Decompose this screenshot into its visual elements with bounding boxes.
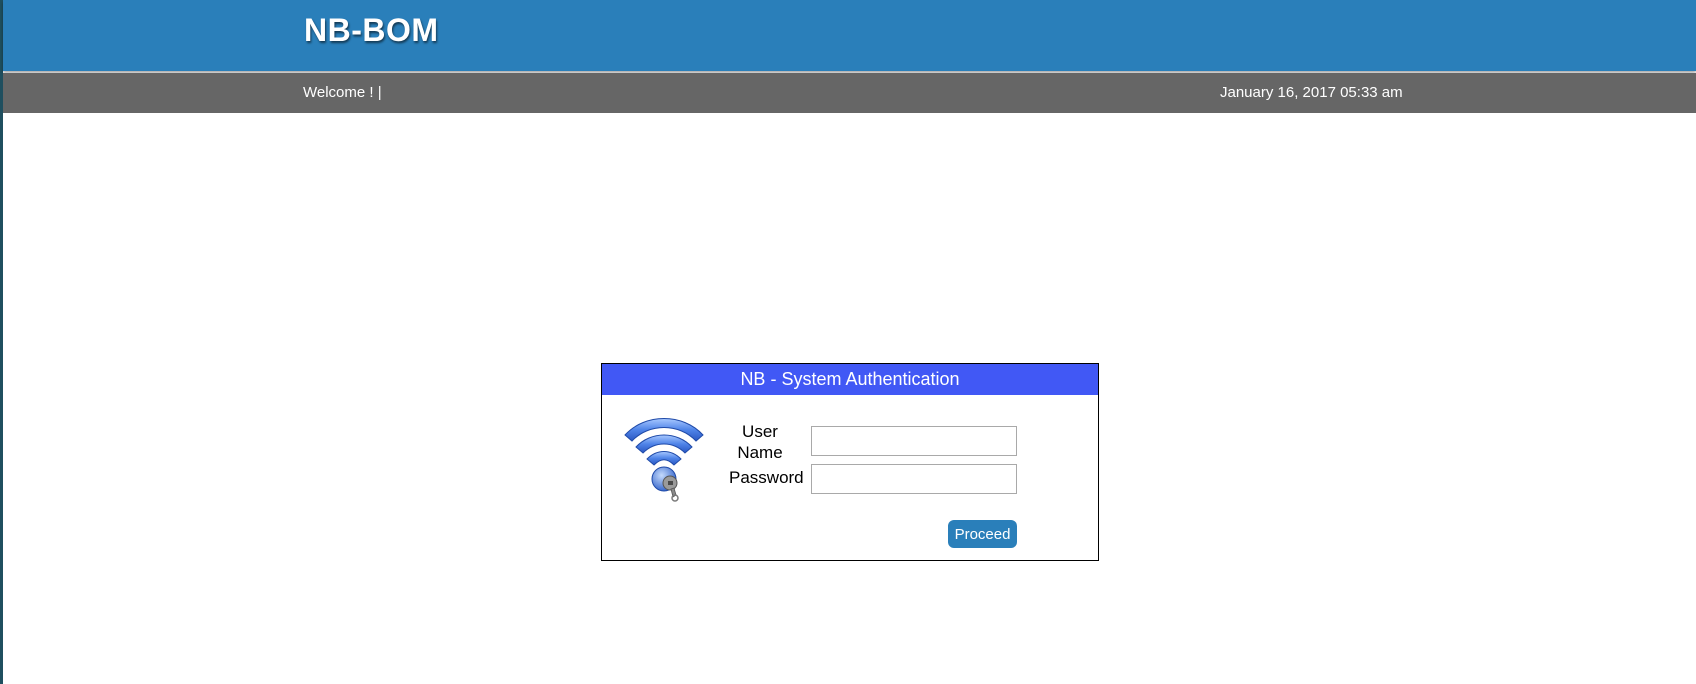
current-datetime: January 16, 2017 05:33 am: [1220, 84, 1403, 101]
proceed-button[interactable]: Proceed: [948, 520, 1017, 548]
password-label: Password: [729, 468, 804, 487]
username-label: User Name: [726, 421, 794, 463]
authentication-title: NB - System Authentication: [602, 364, 1098, 395]
username-input[interactable]: [811, 426, 1017, 456]
username-label-line1: User: [742, 422, 778, 441]
status-bar: Welcome ! | January 16, 2017 05:33 am: [3, 73, 1696, 113]
app-title: NB-BOM: [304, 12, 439, 48]
wifi-key-icon: [621, 409, 707, 503]
authentication-panel: NB - System Authentication User Name Pas…: [601, 363, 1099, 561]
top-header-bar: NB-BOM: [3, 0, 1696, 71]
welcome-text: Welcome ! |: [303, 84, 382, 101]
username-label-line2: Name: [737, 443, 783, 462]
password-input[interactable]: [811, 464, 1017, 494]
